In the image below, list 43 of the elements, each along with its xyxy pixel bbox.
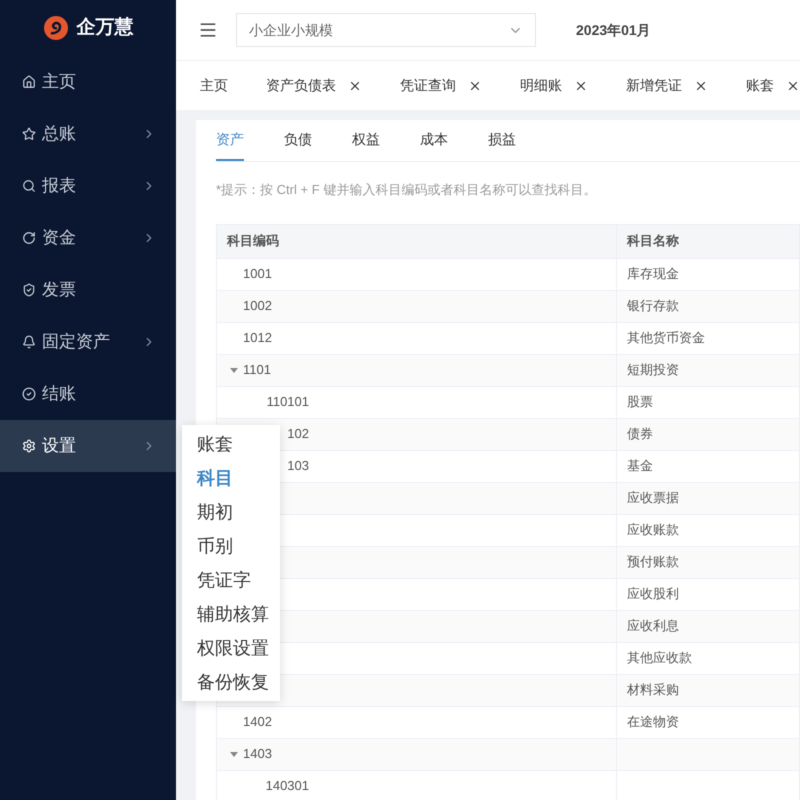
star-icon [22,127,36,141]
account-code: 1101 [243,361,271,380]
check-circle-icon [22,387,36,401]
search-icon [22,179,36,193]
bell-icon [22,335,36,349]
page-tab[interactable]: 明细账 [520,75,588,96]
sidebar-item[interactable]: 资金 [0,212,176,264]
sidebar-item[interactable]: 总账 [0,108,176,160]
submenu-item[interactable]: 币别 [182,529,280,563]
brand-name: 企万慧 [76,16,134,40]
page-tab[interactable]: 新增凭证 [626,75,708,96]
settings-icon [22,439,36,453]
page-tab[interactable]: 资产负债表 [266,75,362,96]
category-tab[interactable]: 权益 [352,120,380,161]
submenu-item[interactable]: 辅助核算 [182,597,280,631]
sidebar-item[interactable]: 结账 [0,368,176,420]
refresh-icon [22,231,36,245]
table-cell: 140301 [217,770,617,800]
category-tab[interactable]: 损益 [488,120,516,161]
sidebar-item[interactable]: 发票 [0,264,176,316]
submenu-item[interactable]: 权限设置 [182,631,280,665]
page-tab[interactable]: 主页 [200,75,228,96]
expand-triangle-icon[interactable] [229,749,239,759]
category-tab[interactable]: 成本 [420,120,448,161]
submenu-item[interactable]: 期初 [182,495,280,529]
submenu-item[interactable]: 备份恢复 [182,665,280,699]
sidebar-item[interactable]: 设置 [0,420,176,472]
sidebar-item[interactable]: 主页 [0,56,176,108]
category-tab[interactable]: 资产 [216,120,244,161]
shield-check-icon [22,283,36,297]
period-label: 2023年01月 [576,20,651,40]
company-select[interactable]: 小企业小规模 [236,13,536,47]
category-tab[interactable]: 负债 [284,120,312,161]
home-icon [22,75,36,89]
logo-icon [42,15,68,41]
page-tab[interactable]: 账套 [746,75,800,96]
sidebar-item[interactable]: 报表 [0,160,176,212]
hint-text: *提示：按 Ctrl + F 键并输入科目编码或者科目名称可以查找科目。 [216,181,598,199]
account-code: 1403 [243,745,272,764]
sidebar-item[interactable]: 固定资产 [0,316,176,368]
submenu-item[interactable]: 凭证字 [182,563,280,597]
expand-triangle-icon[interactable] [229,365,239,375]
page-tab[interactable]: 凭证查询 [400,75,482,96]
